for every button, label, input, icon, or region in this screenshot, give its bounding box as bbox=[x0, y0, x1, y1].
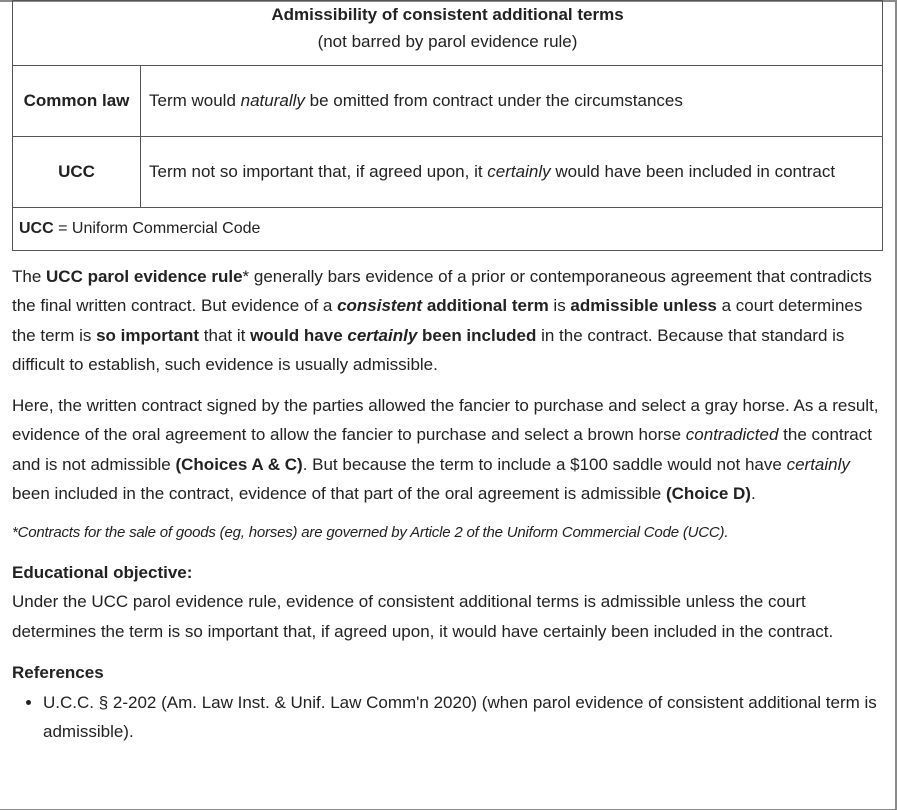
bold-run: been included bbox=[417, 325, 537, 345]
bold-run: admissible unless bbox=[570, 296, 717, 316]
bold-run: so important bbox=[96, 325, 200, 345]
italic-run: certainly bbox=[786, 454, 850, 474]
row-text-part: would have been included in contract bbox=[550, 162, 836, 181]
text-run: been included in the contract, evidence … bbox=[12, 484, 666, 504]
row-label-ucc: UCC bbox=[12, 136, 141, 208]
text-run: The bbox=[12, 267, 47, 286]
table-row-ucc: UCC Term not so important that, if agree… bbox=[12, 136, 883, 208]
bold-run: UCC parol evidence rule bbox=[46, 267, 243, 286]
row-text-ucc: Term not so important that, if agreed up… bbox=[140, 136, 883, 208]
choice-reference: (Choice D) bbox=[665, 484, 751, 504]
row-label-common-law: Common law bbox=[12, 65, 141, 137]
row-text-part: Term would bbox=[149, 91, 241, 110]
reference-item: U.C.C. § 2-202 (Am. Law Inst. & Unif. La… bbox=[43, 688, 884, 747]
references-heading: References bbox=[12, 662, 104, 682]
bold-italic-run: consistent bbox=[337, 296, 423, 316]
bold-italic-run: certainly bbox=[347, 325, 418, 345]
row-text-emphasis: naturally bbox=[240, 91, 305, 110]
table-header: Admissibility of consistent additional t… bbox=[12, 0, 883, 66]
bold-run: would have bbox=[250, 325, 348, 345]
italic-run: contradicted bbox=[685, 425, 779, 445]
text-run: is bbox=[548, 296, 571, 316]
text-run: . But because the term to include a $100… bbox=[302, 454, 787, 474]
table-row-common-law: Common law Term would naturally be omitt… bbox=[12, 65, 883, 137]
educational-objective-text: Under the UCC parol evidence rule, evide… bbox=[12, 592, 834, 641]
table-subtitle: (not barred by parol evidence rule) bbox=[317, 32, 578, 51]
text-run: . bbox=[750, 484, 756, 504]
educational-objective-heading: Educational objective: bbox=[12, 563, 193, 583]
admissibility-table: Admissibility of consistent additional t… bbox=[12, 0, 883, 251]
explanation-paragraph-2: Here, the written contract signed by the… bbox=[12, 391, 884, 508]
choice-reference: (Choices A & C) bbox=[175, 454, 303, 474]
row-text-emphasis: certainly bbox=[487, 162, 551, 181]
footnote-text: = Uniform Commercial Code bbox=[53, 220, 261, 237]
bold-run: additional term bbox=[422, 296, 549, 316]
references-list: U.C.C. § 2-202 (Am. Law Inst. & Unif. La… bbox=[12, 688, 884, 747]
explanation-paragraph-1: The UCC parol evidence rule* generally b… bbox=[12, 262, 884, 379]
row-text-part: Term not so important that, if agreed up… bbox=[149, 162, 488, 181]
row-text-part: be omitted from contract under the circu… bbox=[304, 91, 683, 110]
row-text-common-law: Term would naturally be omitted from con… bbox=[140, 65, 883, 137]
text-run: that it bbox=[199, 325, 251, 345]
explanation-body: The UCC parol evidence rule* generally b… bbox=[12, 262, 884, 747]
table-title: Admissibility of consistent additional t… bbox=[271, 5, 624, 24]
table-footnote: UCC = Uniform Commercial Code bbox=[12, 207, 883, 251]
footnote-abbr: UCC bbox=[19, 220, 54, 237]
footnote-note: *Contracts for the sale of goods (eg, ho… bbox=[12, 524, 729, 542]
